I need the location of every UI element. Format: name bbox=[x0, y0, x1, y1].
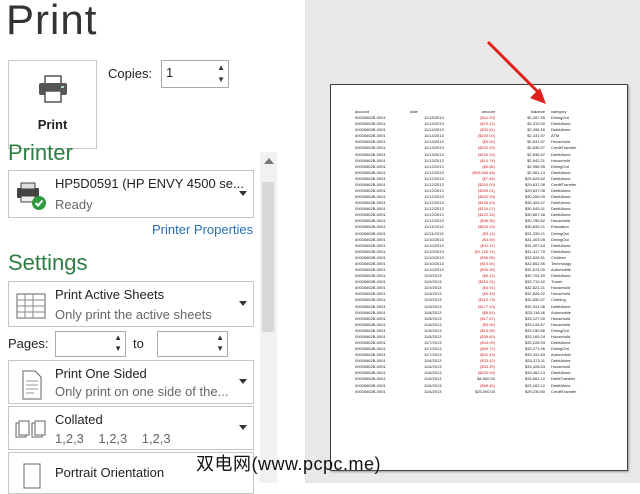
page-title: Print bbox=[6, 0, 98, 43]
settings-heading: Settings bbox=[8, 250, 88, 275]
pages-from-input[interactable]: ▲ ▼ bbox=[55, 331, 126, 357]
preview-cell: CreditTransfer bbox=[551, 388, 577, 394]
spin-up-icon[interactable]: ▲ bbox=[114, 333, 122, 342]
scroll-up-icon[interactable] bbox=[264, 158, 274, 164]
chevron-down-icon bbox=[239, 425, 247, 430]
copies-label: Copies: bbox=[108, 66, 153, 81]
preview-cell: $25,000.00 bbox=[474, 388, 495, 394]
collate-dropdown[interactable]: Collated 1,2,3 1,2,3 1,2,3 bbox=[8, 406, 254, 450]
settings-scrollbar[interactable] bbox=[260, 152, 277, 483]
printer-status: Ready bbox=[55, 197, 93, 212]
one-sided-page-icon bbox=[22, 370, 42, 400]
print-scope-dropdown[interactable]: Print Active Sheets Only print the activ… bbox=[8, 281, 254, 327]
red-arrow-annotation bbox=[486, 40, 546, 104]
preview-page: account date amount balance category 000… bbox=[330, 84, 628, 471]
printer-icon bbox=[39, 75, 67, 103]
collate-subtitle: 1,2,3 1,2,3 1,2,3 bbox=[55, 431, 171, 446]
chevron-down-icon bbox=[239, 379, 247, 384]
printer-properties-link[interactable]: Printer Properties bbox=[152, 222, 253, 237]
printer-dropdown[interactable]: HP5D0591 (HP ENVY 4500 se... Ready bbox=[8, 170, 254, 218]
printer-ready-icon bbox=[17, 182, 46, 210]
sheet-grid-icon bbox=[16, 293, 46, 319]
print-button[interactable]: Print bbox=[8, 60, 97, 149]
copies-value: 1 bbox=[166, 65, 174, 80]
sides-title: Print One Sided bbox=[55, 366, 147, 381]
spin-down-icon[interactable]: ▼ bbox=[217, 75, 225, 84]
scrollbar-thumb[interactable] bbox=[262, 182, 274, 332]
sides-subtitle: Only print on one side of the... bbox=[55, 384, 229, 399]
sides-dropdown[interactable]: Print One Sided Only print on one side o… bbox=[8, 360, 254, 404]
spin-up-icon[interactable]: ▲ bbox=[217, 63, 225, 72]
preview-cell: $29,230.60 bbox=[524, 388, 545, 394]
spin-down-icon[interactable]: ▼ bbox=[216, 344, 224, 353]
scope-title: Print Active Sheets bbox=[55, 287, 165, 302]
print-button-label: Print bbox=[37, 117, 68, 132]
portrait-page-icon bbox=[23, 463, 41, 489]
preview-header-cell: date bbox=[410, 109, 418, 114]
chevron-down-icon bbox=[239, 191, 247, 196]
spin-down-icon[interactable]: ▼ bbox=[114, 344, 122, 353]
pages-label: Pages: bbox=[8, 336, 49, 351]
copies-stepper[interactable]: 1 ▲ ▼ bbox=[161, 60, 229, 88]
preview-cell: 00000662B-0001 bbox=[355, 388, 386, 394]
chevron-down-icon bbox=[239, 301, 247, 306]
collate-title: Collated bbox=[55, 412, 103, 427]
scope-subtitle: Only print the active sheets bbox=[55, 307, 212, 322]
pages-to-input[interactable]: ▲ ▼ bbox=[157, 331, 228, 357]
spin-up-icon[interactable]: ▲ bbox=[216, 333, 224, 342]
printer-name: HP5D0591 (HP ENVY 4500 se... bbox=[55, 176, 244, 191]
preview-cell: 11/6/2013 bbox=[424, 388, 442, 394]
pages-to-label: to bbox=[133, 336, 144, 351]
orientation-title: Portrait Orientation bbox=[55, 465, 165, 480]
watermark-text: 双电网(www.pcpc.me) bbox=[196, 454, 382, 474]
printer-heading: Printer bbox=[8, 140, 73, 165]
collated-pages-icon bbox=[15, 420, 46, 438]
